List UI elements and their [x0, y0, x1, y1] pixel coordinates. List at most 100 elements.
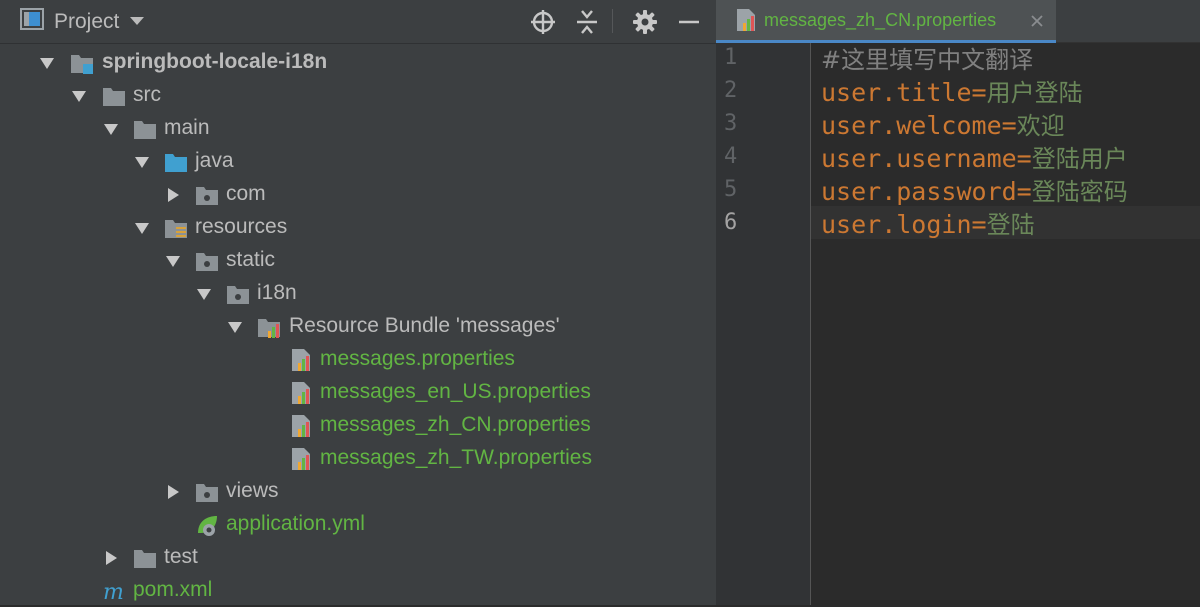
tree-node-label: src [133, 83, 161, 106]
properties-file-icon [737, 9, 755, 31]
line-number: 2 [724, 78, 738, 103]
tree-node-views[interactable]: views [0, 475, 716, 508]
tree-node-label: Resource Bundle 'messages' [289, 314, 560, 337]
close-icon[interactable] [1028, 12, 1046, 30]
expand-arrow-down-icon[interactable] [133, 153, 151, 171]
comment-text: #这里填写中文翻译 [821, 46, 1034, 74]
property-key: user.welcome [821, 111, 1002, 140]
project-panel-title: Project [54, 9, 120, 33]
tree-node-label: messages_en_US.properties [320, 380, 591, 403]
property-key: user.login [821, 210, 972, 239]
tree-node-static[interactable]: static [0, 244, 716, 277]
resource-bundle-icon [258, 319, 280, 338]
tree-node-label: test [164, 545, 198, 568]
property-value: 登陆密码 [1031, 178, 1128, 206]
editor: messages_zh_CN.properties 1 2 3 4 5 6 #这… [716, 0, 1200, 605]
property-key: user.username [821, 144, 1017, 173]
tree-node-java[interactable]: java [0, 145, 716, 178]
tree-node-label: resources [195, 215, 288, 238]
expand-arrow-right-icon[interactable] [164, 186, 182, 204]
tree-node-resource-bundle[interactable]: Resource Bundle 'messages' [0, 310, 716, 343]
line-number: 5 [724, 177, 738, 202]
line-number: 1 [724, 45, 738, 70]
tree-node-label: pom.xml [133, 578, 213, 601]
collapse-all-icon[interactable] [573, 8, 601, 36]
project-view-selector[interactable]: Project [20, 0, 145, 43]
tree-node-label: views [226, 479, 279, 502]
tree-node-label: static [226, 248, 276, 271]
maven-icon: m [103, 580, 124, 603]
tree-node-resources[interactable]: resources [0, 211, 716, 244]
code-line[interactable]: #这里填写中文翻译 [821, 43, 1033, 76]
tree-node-src[interactable]: src [0, 79, 716, 112]
tree-node-label: messages.properties [320, 347, 515, 370]
folder-icon [134, 121, 156, 139]
tree-node-label: messages_zh_CN.properties [320, 413, 591, 436]
tree-node-label: java [195, 149, 234, 172]
tree-node-messages-zh-cn-properties[interactable]: messages_zh_CN.properties [0, 409, 716, 442]
tree-node-label: com [226, 182, 266, 205]
tree-node-i18n[interactable]: i18n [0, 277, 716, 310]
svg-text:m: m [103, 580, 124, 603]
project-window-icon [20, 8, 44, 35]
property-key: user.password [821, 177, 1017, 206]
property-separator: = [971, 78, 987, 107]
editor-tab-label: messages_zh_CN.properties [764, 9, 997, 30]
property-value: 用户登陆 [986, 79, 1083, 107]
expand-arrow-down-icon[interactable] [38, 54, 56, 72]
tree-node-test[interactable]: test [0, 541, 716, 574]
expand-arrow-down-icon[interactable] [70, 87, 88, 105]
project-tool-window: Project springboot-locale-i18n src main … [0, 0, 716, 605]
module-folder-icon [71, 55, 93, 74]
properties-file-icon [292, 448, 310, 470]
editor-tab-messages-zh-cn[interactable]: messages_zh_CN.properties [716, 0, 1056, 43]
tree-node-com[interactable]: com [0, 178, 716, 211]
expand-arrow-right-icon[interactable] [164, 483, 182, 501]
expand-arrow-down-icon[interactable] [102, 120, 120, 138]
expand-arrow-down-icon[interactable] [133, 219, 151, 237]
property-key: user.title [821, 78, 972, 107]
resources-folder-icon [165, 220, 187, 238]
code-line[interactable]: user.title=用户登陆 [821, 76, 1083, 109]
properties-file-icon [292, 349, 310, 371]
line-number-gutter: 1 2 3 4 5 6 [716, 43, 811, 605]
tree-node-label: application.yml [226, 512, 365, 535]
locate-icon[interactable] [529, 8, 557, 36]
folder-icon [103, 88, 125, 106]
header-separator [612, 9, 613, 33]
source-folder-icon [165, 154, 187, 172]
package-icon [196, 253, 218, 271]
properties-file-icon [292, 382, 310, 404]
code-line[interactable]: user.welcome=欢迎 [821, 109, 1065, 142]
code-line-current[interactable]: user.login=登陆 [821, 208, 1035, 241]
tree-node-messages-en-us-properties[interactable]: messages_en_US.properties [0, 376, 716, 409]
tree-node-messages-zh-tw-properties[interactable]: messages_zh_TW.properties [0, 442, 716, 475]
tree-node-module[interactable]: springboot-locale-i18n [0, 46, 716, 79]
tree-node-label: messages_zh_TW.properties [320, 446, 592, 469]
gear-icon[interactable] [631, 8, 659, 36]
project-tree: springboot-locale-i18n src main java com… [0, 46, 716, 607]
property-separator: = [1016, 177, 1032, 206]
expand-arrow-down-icon[interactable] [164, 252, 182, 270]
package-icon [196, 484, 218, 502]
property-separator: = [1016, 144, 1032, 173]
expand-arrow-down-icon[interactable] [195, 285, 213, 303]
ide-window: Project springboot-locale-i18n src main … [0, 0, 1200, 605]
expand-arrow-down-icon[interactable] [226, 318, 244, 336]
code-line[interactable]: user.password=登陆密码 [821, 175, 1128, 208]
minimize-icon[interactable] [675, 8, 703, 36]
tree-node-pom-xml[interactable]: m pom.xml [0, 574, 716, 607]
property-separator: = [971, 210, 987, 239]
expand-arrow-right-icon[interactable] [102, 549, 120, 567]
tree-node-messages-properties[interactable]: messages.properties [0, 343, 716, 376]
line-number: 4 [724, 144, 738, 169]
tree-node-main[interactable]: main [0, 112, 716, 145]
tree-node-label: springboot-locale-i18n [102, 50, 328, 73]
tree-node-application-yml[interactable]: application.yml [0, 508, 716, 541]
code-line[interactable]: user.username=登陆用户 [821, 142, 1128, 175]
code-area[interactable]: #这里填写中文翻译 user.title=用户登陆 user.welcome=欢… [811, 43, 1200, 605]
line-number: 3 [724, 111, 738, 136]
chevron-down-icon [129, 13, 145, 31]
tree-node-label: i18n [257, 281, 297, 304]
property-value: 登陆用户 [1031, 145, 1128, 173]
